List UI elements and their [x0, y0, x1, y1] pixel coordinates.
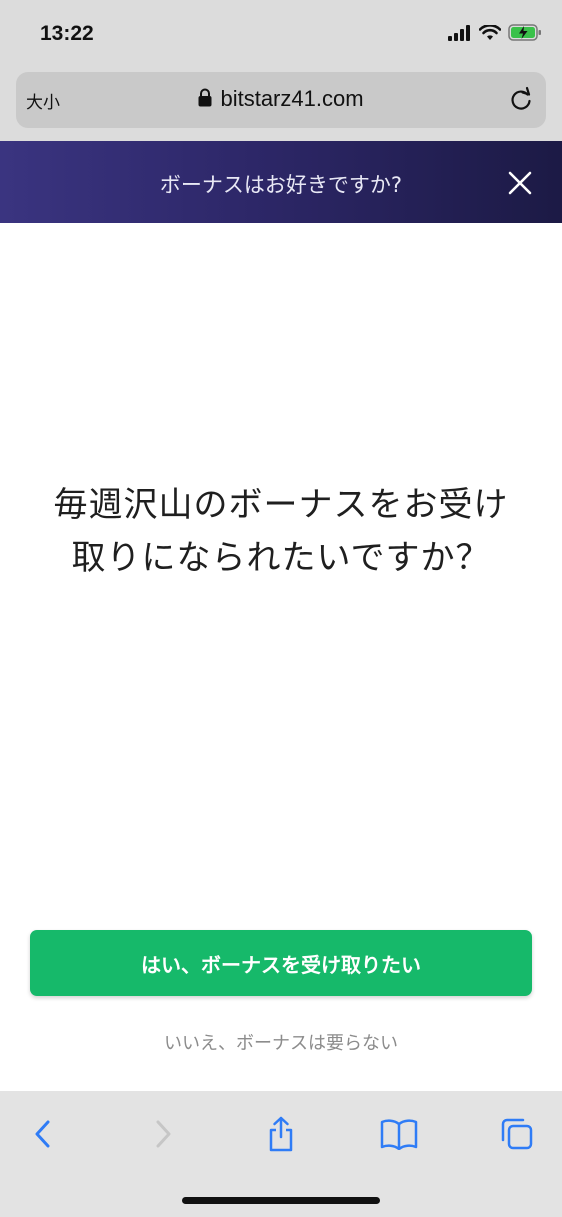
- decline-bonus-link[interactable]: いいえ、ボーナスは要らない: [0, 1029, 562, 1055]
- lock-icon: [198, 88, 212, 111]
- share-icon[interactable]: [262, 1115, 300, 1153]
- browser-toolbar: [0, 1091, 562, 1217]
- banner-title: ボーナスはお好きですか?: [159, 173, 403, 197]
- battery-charging-icon: [508, 24, 542, 45]
- back-icon[interactable]: [24, 1115, 62, 1153]
- cellular-signal-icon: [448, 24, 472, 45]
- forward-icon[interactable]: [144, 1115, 182, 1153]
- browser-chrome: 大小 bitstarz41.com: [0, 66, 562, 141]
- url-display[interactable]: bitstarz41.com: [16, 86, 546, 112]
- wifi-icon: [478, 23, 502, 45]
- home-indicator: [182, 1197, 380, 1204]
- close-icon[interactable]: [508, 171, 532, 195]
- main-content: 毎週沢山のボーナスをお受け取りになられたいですか？ はい、ボーナスを受け取りたい…: [0, 223, 562, 1091]
- status-bar: 13:22: [0, 0, 562, 66]
- bonus-question: 毎週沢山のボーナスをお受け取りになられたいですか？: [53, 485, 509, 578]
- tabs-icon[interactable]: [498, 1115, 536, 1153]
- url-text: bitstarz41.com: [220, 86, 364, 111]
- bookmarks-icon[interactable]: [380, 1115, 418, 1153]
- accept-bonus-button[interactable]: はい、ボーナスを受け取りたい: [30, 930, 532, 996]
- notification-banner: ボーナスはお好きですか?: [0, 141, 562, 223]
- status-time: 13:22: [40, 22, 94, 45]
- reload-icon[interactable]: [508, 86, 534, 112]
- status-icons: [448, 23, 542, 45]
- address-bar[interactable]: 大小 bitstarz41.com: [16, 72, 546, 128]
